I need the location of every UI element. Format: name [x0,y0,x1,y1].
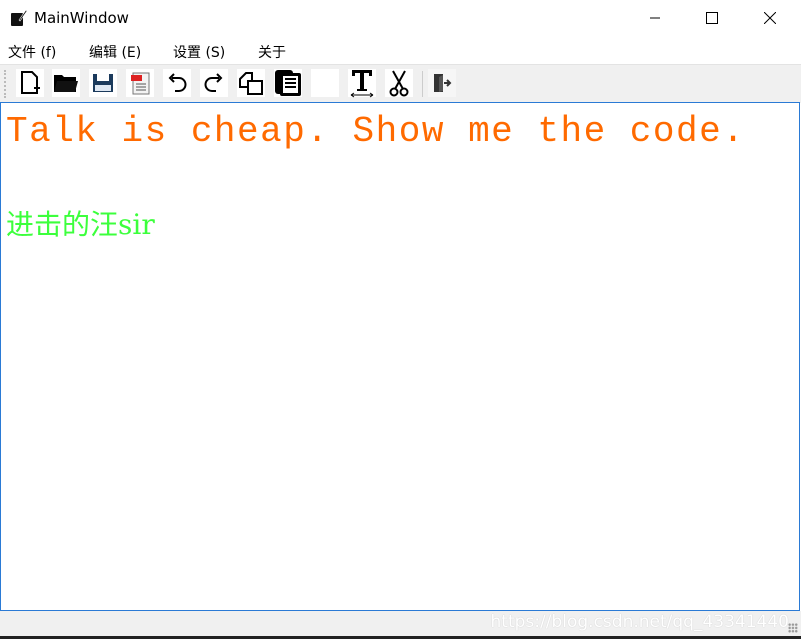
watermark: https://blog.csdn.net/qq_43341440 [490,612,789,632]
minimize-icon [650,17,660,19]
save-icon [93,74,113,92]
redo-button[interactable] [200,69,228,97]
close-button[interactable] [741,0,799,36]
text-editor[interactable]: Talk is cheap. Show me the code. 进击的汪sir [0,102,800,611]
new-file-icon [21,71,40,94]
paste-icon [275,70,301,96]
open-folder-icon [54,75,78,92]
color-button[interactable] [311,69,339,97]
undo-button[interactable] [163,69,191,97]
maximize-icon [706,12,718,24]
app-icon [11,9,28,26]
save-button[interactable] [89,69,117,97]
font-button[interactable] [348,69,376,98]
minimize-button[interactable] [626,0,684,36]
resize-grip[interactable] [788,623,798,633]
export-pdf-button[interactable] [126,69,154,97]
title-bar: MainWindow [0,0,801,37]
new-file-button[interactable] [16,69,44,97]
paste-button[interactable] [274,69,302,97]
editor-line-chinese: 进击的汪sir [6,208,155,241]
toolbar-grip[interactable] [4,70,8,98]
redo-icon [204,73,223,92]
status-bar: https://blog.csdn.net/qq_43341440 [0,611,801,636]
menu-settings[interactable]: 设置 (S) [173,42,225,62]
undo-icon [168,73,187,92]
menu-file[interactable]: 文件 (f) [8,42,56,62]
menu-about[interactable]: 关于 [258,42,286,62]
copy-button[interactable] [237,69,265,97]
color-icon [314,72,336,93]
exit-icon [434,74,452,92]
font-icon [350,70,374,98]
window-title: MainWindow [34,9,129,27]
cut-icon [389,70,409,97]
menu-edit[interactable]: 编辑 (E) [89,42,141,62]
cut-button[interactable] [385,69,413,97]
toolbar [0,64,801,103]
maximize-button[interactable] [683,0,741,36]
editor-line-english: Talk is cheap. Show me the code. [6,111,746,152]
menu-bar: 文件 (f) 编辑 (E) 设置 (S) 关于 [0,38,801,63]
close-icon [764,12,776,24]
toolbar-separator [422,71,423,97]
open-button[interactable] [52,69,80,97]
copy-icon [239,72,263,95]
pdf-icon [131,72,150,95]
exit-button[interactable] [428,69,456,97]
